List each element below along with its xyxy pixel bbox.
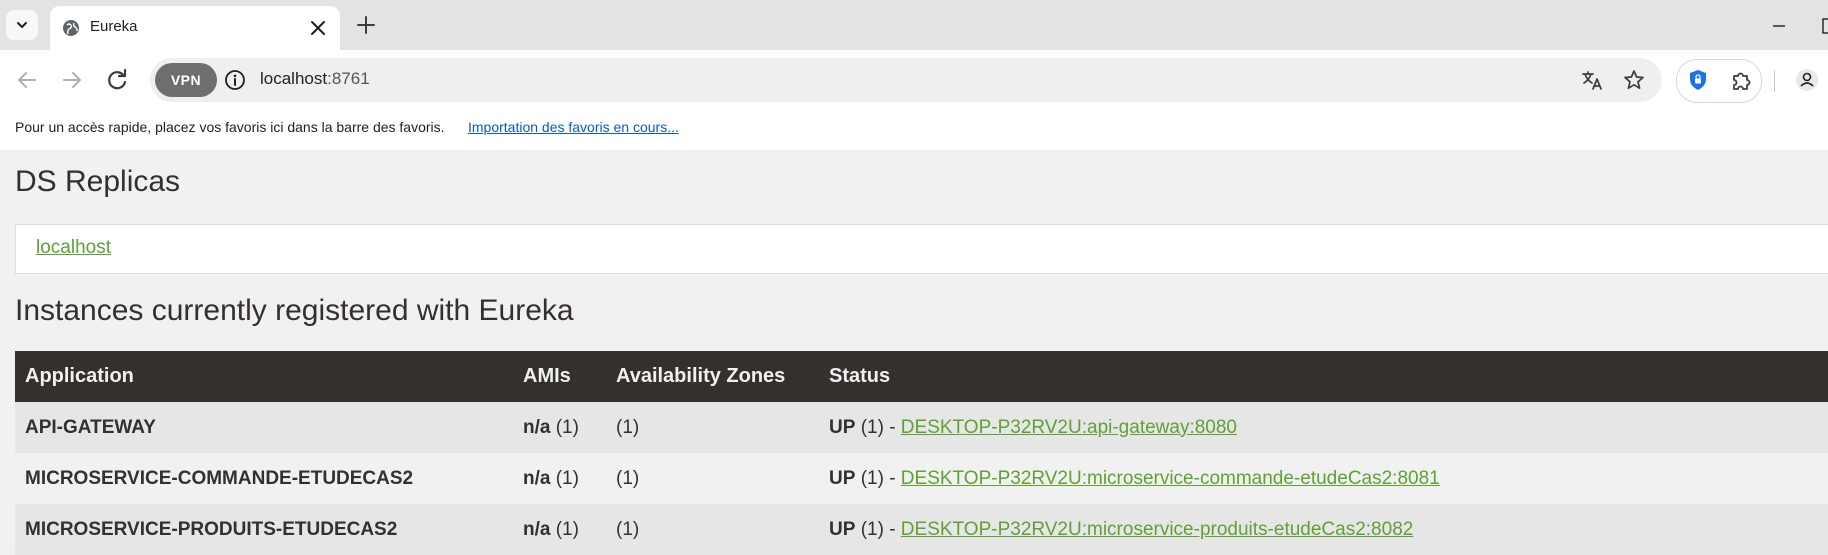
status-cell: UP (1) - DESKTOP-P32RV2U:microservice-pr… bbox=[819, 504, 1828, 555]
tab-strip: Eureka bbox=[0, 0, 1828, 50]
instance-link[interactable]: DESKTOP-P32RV2U:microservice-commande-et… bbox=[901, 468, 1440, 489]
zones-cell: (1) bbox=[606, 453, 819, 504]
column-header-zones: Availability Zones bbox=[606, 351, 819, 402]
table-row: MICROSERVICE-COMMANDE-ETUDECAS2 n/a (1) … bbox=[15, 453, 1828, 504]
info-icon[interactable] bbox=[224, 69, 246, 91]
translate-icon[interactable] bbox=[1580, 68, 1604, 92]
browser-toolbar: VPN localhost:8761 bbox=[0, 50, 1828, 110]
minimize-icon[interactable] bbox=[1767, 14, 1791, 38]
amis-count: (1) bbox=[555, 416, 579, 438]
status-cell: UP (1) - DESKTOP-P32RV2U:api-gateway:808… bbox=[819, 402, 1828, 453]
amis-count: (1) bbox=[555, 467, 579, 489]
status-value: UP bbox=[829, 518, 856, 540]
page-content: DS Replicas localhost Instances currentl… bbox=[0, 150, 1828, 555]
vpn-label: VPN bbox=[170, 72, 202, 88]
table-row: MICROSERVICE-PRODUITS-ETUDECAS2 n/a (1) … bbox=[15, 504, 1828, 555]
amis-value: n/a bbox=[523, 416, 551, 438]
url-host: localhost bbox=[260, 69, 328, 88]
close-icon[interactable] bbox=[308, 18, 328, 38]
column-header-application: Application bbox=[15, 351, 513, 402]
forward-icon[interactable] bbox=[59, 67, 85, 93]
amis-cell: n/a (1) bbox=[513, 504, 606, 555]
back-icon[interactable] bbox=[14, 67, 40, 93]
url-port: :8761 bbox=[327, 69, 370, 88]
zones-cell: (1) bbox=[606, 504, 819, 555]
globe-icon bbox=[63, 20, 79, 36]
tab-search-button[interactable] bbox=[6, 10, 38, 40]
tab-title: Eureka bbox=[90, 18, 138, 35]
application-cell: MICROSERVICE-COMMANDE-ETUDECAS2 bbox=[15, 453, 513, 504]
instance-link[interactable]: DESKTOP-P32RV2U:microservice-produits-et… bbox=[901, 519, 1414, 540]
amis-count: (1) bbox=[555, 518, 579, 540]
amis-value: n/a bbox=[523, 467, 551, 489]
bookmarks-hint: Pour un accès rapide, placez vos favoris… bbox=[15, 119, 445, 135]
instance-link[interactable]: DESKTOP-P32RV2U:api-gateway:8080 bbox=[901, 417, 1237, 438]
status-value: UP bbox=[829, 467, 856, 489]
replicas-panel: localhost bbox=[15, 224, 1828, 274]
column-header-amis: AMIs bbox=[513, 351, 606, 402]
column-header-status: Status bbox=[819, 351, 1828, 402]
url-text[interactable]: localhost:8761 bbox=[260, 69, 370, 89]
active-tab[interactable]: Eureka bbox=[50, 6, 340, 50]
plus-icon[interactable] bbox=[355, 14, 377, 36]
puzzle-icon[interactable] bbox=[1728, 67, 1754, 93]
maximize-icon[interactable] bbox=[1818, 14, 1828, 38]
tab-search-icon bbox=[17, 22, 27, 29]
star-icon[interactable] bbox=[1622, 68, 1646, 92]
bookmarks-bar: Pour un accès rapide, placez vos favoris… bbox=[0, 110, 1828, 150]
shield-icon[interactable] bbox=[1685, 67, 1711, 93]
zones-cell: (1) bbox=[606, 402, 819, 453]
application-cell: MICROSERVICE-PRODUITS-ETUDECAS2 bbox=[15, 504, 513, 555]
application-cell: API-GATEWAY bbox=[15, 402, 513, 453]
amis-cell: n/a (1) bbox=[513, 402, 606, 453]
profile-icon[interactable] bbox=[1794, 67, 1820, 93]
status-count: (1) - bbox=[860, 467, 896, 489]
status-value: UP bbox=[829, 416, 856, 438]
status-cell: UP (1) - DESKTOP-P32RV2U:microservice-co… bbox=[819, 453, 1828, 504]
table-row: API-GATEWAY n/a (1) (1) UP (1) - DESKTOP… bbox=[15, 402, 1828, 453]
status-count: (1) - bbox=[860, 416, 896, 438]
reload-icon[interactable] bbox=[104, 67, 130, 93]
vpn-badge[interactable]: VPN bbox=[155, 63, 217, 97]
status-count: (1) - bbox=[860, 518, 896, 540]
instances-heading: Instances currently registered with Eure… bbox=[15, 294, 574, 327]
table-header-row: Application AMIs Availability Zones Stat… bbox=[15, 351, 1828, 402]
replicas-heading: DS Replicas bbox=[15, 165, 181, 198]
import-bookmarks-link[interactable]: Importation des favoris en cours... bbox=[468, 119, 679, 135]
amis-value: n/a bbox=[523, 518, 551, 540]
amis-cell: n/a (1) bbox=[513, 453, 606, 504]
instances-table: Application AMIs Availability Zones Stat… bbox=[15, 351, 1828, 555]
replica-link[interactable]: localhost bbox=[36, 237, 111, 259]
address-bar[interactable]: VPN localhost:8761 bbox=[150, 58, 1662, 102]
toolbar-divider bbox=[1774, 70, 1775, 92]
